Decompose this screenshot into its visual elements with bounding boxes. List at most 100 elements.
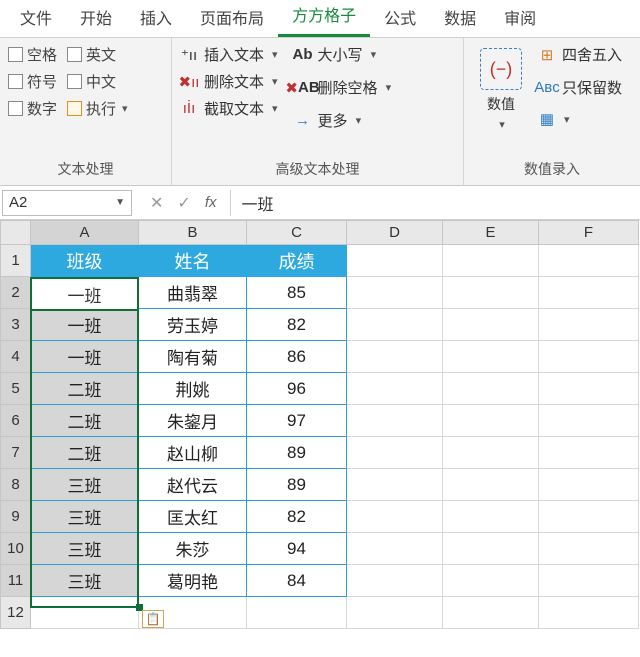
cmd-只保留数[interactable]: Aʙᴄ只保留数 [538,77,622,98]
cell-C3[interactable]: 82 [247,309,347,341]
cell-F11[interactable] [539,565,639,597]
ribbon-tab-3[interactable]: 页面布局 [186,0,278,37]
cell-E9[interactable] [443,501,539,533]
row-header-7[interactable]: 7 [1,437,31,469]
cell-E11[interactable] [443,565,539,597]
cmd-more[interactable]: →更多▾ [294,110,392,131]
cell-F8[interactable] [539,469,639,501]
cell-C6[interactable]: 97 [247,405,347,437]
cell-D10[interactable] [347,533,443,565]
fx-icon[interactable]: fx [205,194,217,211]
cell-A10[interactable]: 三班 [31,533,139,565]
cell-D12[interactable] [347,597,443,629]
cell-F2[interactable] [539,277,639,309]
cell-F3[interactable] [539,309,639,341]
cell-F7[interactable] [539,437,639,469]
cell-F9[interactable] [539,501,639,533]
cell-A3[interactable]: 一班 [31,309,139,341]
row-header-4[interactable]: 4 [1,341,31,373]
col-header-A[interactable]: A [31,221,139,245]
cell-C12[interactable] [247,597,347,629]
accept-icon[interactable]: ✓ [177,193,190,213]
ribbon-tab-2[interactable]: 插入 [126,0,186,37]
paste-options-icon[interactable]: 📋 [142,610,164,628]
col-header-C[interactable]: C [247,221,347,245]
cell-B10[interactable]: 朱莎 [139,533,247,565]
col-header-D[interactable]: D [347,221,443,245]
cell-F1[interactable] [539,245,639,277]
cell-B6[interactable]: 朱鋆月 [139,405,247,437]
row-header-1[interactable]: 1 [1,245,31,277]
cell-C4[interactable]: 86 [247,341,347,373]
cmd-四舍五入[interactable]: ⊞四舍五入 [538,44,622,65]
cell-C9[interactable]: 82 [247,501,347,533]
cell-B4[interactable]: 陶有菊 [139,341,247,373]
row-header-2[interactable]: 2 [1,277,31,309]
spreadsheet-grid[interactable]: ABCDEF1班级姓名成绩2一班曲翡翠853一班劳玉婷824一班陶有菊865二班… [0,220,640,629]
cell-D9[interactable] [347,501,443,533]
row-header-6[interactable]: 6 [1,405,31,437]
cell-D1[interactable] [347,245,443,277]
cell-A4[interactable]: 一班 [31,341,139,373]
col-header-B[interactable]: B [139,221,247,245]
cmd-extra[interactable]: ▦▾ [538,110,622,128]
numeric-button[interactable]: (−) 数值 ▾ [472,44,530,155]
cell-E8[interactable] [443,469,539,501]
cell-D7[interactable] [347,437,443,469]
cmd-截取文本[interactable]: ıİı截取文本▾ [180,98,278,119]
checkbox-数字[interactable]: 数字 [8,98,57,119]
cell-D3[interactable] [347,309,443,341]
cell-E3[interactable] [443,309,539,341]
cell-C1[interactable]: 成绩 [247,245,347,277]
ribbon-tab-6[interactable]: 数据 [430,0,490,37]
ribbon-tab-1[interactable]: 开始 [66,0,126,37]
cell-C8[interactable]: 89 [247,469,347,501]
cell-B2[interactable]: 曲翡翠 [139,277,247,309]
ribbon-tab-4[interactable]: 方方格子 [278,0,370,37]
cell-A12[interactable] [31,597,139,629]
checkbox-中文[interactable]: 中文 [67,71,116,92]
cell-A2[interactable]: 一班 [31,277,139,309]
cell-B7[interactable]: 赵山柳 [139,437,247,469]
cell-E7[interactable] [443,437,539,469]
cell-B1[interactable]: 姓名 [139,245,247,277]
cell-C10[interactable]: 94 [247,533,347,565]
cell-F10[interactable] [539,533,639,565]
row-header-10[interactable]: 10 [1,533,31,565]
name-box[interactable]: A2 ▼ [2,190,132,216]
row-header-5[interactable]: 5 [1,373,31,405]
cell-C11[interactable]: 84 [247,565,347,597]
cell-A11[interactable]: 三班 [31,565,139,597]
cell-E6[interactable] [443,405,539,437]
checkbox-执行[interactable]: 执行▾ [67,98,128,119]
cell-A8[interactable]: 三班 [31,469,139,501]
cancel-icon[interactable]: ✕ [150,193,163,213]
cell-E5[interactable] [443,373,539,405]
ribbon-tab-5[interactable]: 公式 [370,0,430,37]
row-header-9[interactable]: 9 [1,501,31,533]
cell-A9[interactable]: 三班 [31,501,139,533]
cmd-插入文本[interactable]: ⁺ıı插入文本▾ [180,44,278,65]
cell-F6[interactable] [539,405,639,437]
cell-B11[interactable]: 葛明艳 [139,565,247,597]
cell-E1[interactable] [443,245,539,277]
cell-C7[interactable]: 89 [247,437,347,469]
cell-B5[interactable]: 荆姚 [139,373,247,405]
cell-B8[interactable]: 赵代云 [139,469,247,501]
cell-A1[interactable]: 班级 [31,245,139,277]
cmd-删除文本[interactable]: ✖ıı删除文本▾ [180,71,278,92]
ribbon-tab-7[interactable]: 审阅 [490,0,550,37]
cell-F5[interactable] [539,373,639,405]
checkbox-空格[interactable]: 空格 [8,44,57,65]
checkbox-符号[interactable]: 符号 [8,71,57,92]
cell-D2[interactable] [347,277,443,309]
checkbox-英文[interactable]: 英文 [67,44,116,65]
cell-D11[interactable] [347,565,443,597]
cell-F12[interactable] [539,597,639,629]
cell-F4[interactable] [539,341,639,373]
select-all-corner[interactable] [1,221,31,245]
cell-C2[interactable]: 85 [247,277,347,309]
cell-A7[interactable]: 二班 [31,437,139,469]
row-header-12[interactable]: 12 [1,597,31,629]
cell-D4[interactable] [347,341,443,373]
